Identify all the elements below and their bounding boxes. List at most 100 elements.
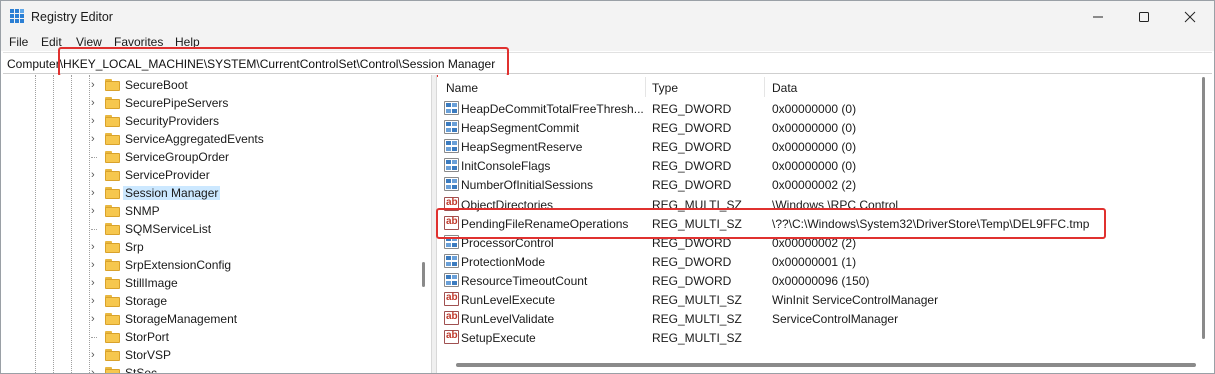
tree-item[interactable]: › StillImage bbox=[89, 274, 419, 292]
values-scrollbar[interactable] bbox=[1199, 77, 1209, 357]
value-name: HeapDeCommitTotalFreeThresh... bbox=[461, 102, 644, 116]
column-header-data[interactable]: Data bbox=[772, 81, 797, 95]
tree-item-label: StorageManagement bbox=[125, 312, 238, 326]
chevron-right-icon[interactable]: › bbox=[91, 203, 101, 219]
folder-icon bbox=[105, 97, 120, 109]
tree-scrollbar-thumb[interactable] bbox=[422, 262, 425, 287]
value-name: ResourceTimeoutCount bbox=[461, 273, 588, 288]
column-separator[interactable] bbox=[764, 77, 765, 97]
tree-item[interactable]: StorPort bbox=[89, 328, 419, 346]
value-row[interactable]: ProcessorControl REG_DWORD 0x00000002 (2) bbox=[438, 233, 1198, 252]
chevron-right-icon[interactable]: › bbox=[91, 347, 101, 363]
folder-icon bbox=[105, 115, 120, 127]
value-row[interactable]: ResourceTimeoutCount REG_DWORD 0x00000096 … bbox=[438, 271, 1198, 290]
column-header-name[interactable]: Name bbox=[446, 81, 478, 95]
address-bar[interactable]: Computer\HKEY_LOCAL_MACHINE\SYSTEM\Curre… bbox=[3, 52, 1212, 74]
tree-item[interactable]: › Session Manager bbox=[89, 184, 419, 202]
menu-view[interactable]: View bbox=[76, 35, 102, 49]
tree-item[interactable]: SQMServiceList bbox=[89, 220, 419, 238]
value-data: 0x00000002 (2) bbox=[772, 178, 857, 193]
binary-value-icon bbox=[444, 158, 459, 173]
tree-item[interactable]: › StorageManagement bbox=[89, 310, 419, 328]
tree-item[interactable]: ServiceGroupOrder bbox=[89, 148, 419, 166]
string-value-icon: ab bbox=[444, 292, 459, 306]
chevron-right-icon[interactable]: › bbox=[91, 131, 101, 147]
value-name: ProtectionMode bbox=[461, 254, 546, 269]
column-separator[interactable] bbox=[645, 77, 646, 97]
chevron-right-icon[interactable]: › bbox=[91, 311, 101, 327]
tree-item[interactable]: › SecureBoot bbox=[89, 76, 419, 94]
chevron-right-icon[interactable]: › bbox=[91, 185, 101, 201]
menu-favorites[interactable]: Favorites bbox=[114, 35, 163, 49]
maximize-button[interactable] bbox=[1121, 1, 1167, 33]
tree-item[interactable]: › SecurePipeServers bbox=[89, 94, 419, 112]
string-value-icon: ab bbox=[444, 215, 459, 230]
string-value-icon: ab bbox=[444, 311, 459, 326]
binary-value-icon bbox=[444, 139, 459, 154]
value-row[interactable]: HeapSegmentCommit REG_DWORD 0x00000000 (0) bbox=[438, 118, 1198, 137]
values-horizontal-scrollbar[interactable] bbox=[456, 363, 1196, 367]
close-icon bbox=[1184, 11, 1196, 23]
value-row[interactable]: InitConsoleFlags REG_DWORD 0x00000000 (0) bbox=[438, 156, 1198, 175]
menu-file[interactable]: File bbox=[9, 35, 28, 49]
value-row[interactable]: ab RunLevelValidate REG_MULTI_SZ ServiceCon… bbox=[438, 309, 1198, 328]
column-header-type[interactable]: Type bbox=[652, 81, 678, 95]
chevron-right-icon[interactable]: › bbox=[91, 365, 101, 373]
value-row[interactable]: ab RunLevelExecute REG_MULTI_SZ WinInit Ser… bbox=[438, 290, 1198, 309]
tree-item[interactable]: › ServiceProvider bbox=[89, 166, 419, 184]
value-data: 0x00000000 (0) bbox=[772, 159, 857, 174]
values-scrollbar-thumb[interactable] bbox=[1202, 77, 1205, 339]
binary-value-icon bbox=[444, 120, 459, 135]
chevron-right-icon[interactable]: › bbox=[91, 95, 101, 111]
chevron-right-icon[interactable]: › bbox=[91, 239, 101, 255]
tree-item-label: SecureBoot bbox=[125, 78, 188, 92]
chevron-right-icon[interactable]: › bbox=[91, 257, 101, 273]
title-bar[interactable]: Registry Editor bbox=[1, 1, 1214, 33]
value-type: REG_MULTI_SZ bbox=[652, 216, 742, 231]
folder-icon bbox=[105, 277, 120, 289]
tree-item-label: StSec bbox=[125, 366, 158, 373]
value-row[interactable]: HeapSegmentReserve REG_DWORD 0x00000000 (0… bbox=[438, 137, 1198, 156]
tree-item[interactable]: › Srp bbox=[89, 238, 419, 256]
tree-item[interactable]: › SrpExtensionConfig bbox=[89, 256, 419, 274]
pane-splitter[interactable] bbox=[431, 75, 437, 373]
tree-item-label: SecurePipeServers bbox=[125, 96, 229, 110]
value-name: InitConsoleFlags bbox=[461, 159, 551, 174]
tree-item[interactable]: › SNMP bbox=[89, 202, 419, 220]
value-row[interactable]: ab PendingFileRenameOperations REG_MULTI_S… bbox=[438, 214, 1198, 233]
tree-item[interactable]: › SecurityProviders bbox=[89, 112, 419, 130]
value-name: RunLevelValidate bbox=[461, 312, 555, 327]
chevron-right-icon[interactable]: › bbox=[91, 167, 101, 183]
value-row[interactable]: NumberOfInitialSessions REG_DWORD 0x000000… bbox=[438, 175, 1198, 194]
tree-item[interactable]: › Storage bbox=[89, 292, 419, 310]
folder-icon bbox=[105, 151, 120, 163]
chevron-right-icon[interactable]: › bbox=[91, 113, 101, 129]
value-row[interactable]: HeapDeCommitTotalFreeThresh... REG_DWORD 0… bbox=[438, 99, 1198, 118]
tree-scrollbar[interactable] bbox=[419, 75, 429, 373]
chevron-right-icon[interactable]: › bbox=[91, 77, 101, 93]
value-data: 0x00000000 (0) bbox=[772, 121, 857, 136]
minimize-button[interactable] bbox=[1075, 1, 1121, 33]
value-row[interactable]: ab ObjectDirectories REG_MULTI_SZ \Windows … bbox=[438, 195, 1198, 214]
tree-item[interactable]: › ServiceAggregatedEvents bbox=[89, 130, 419, 148]
tree-item[interactable]: › StorVSP bbox=[89, 346, 419, 364]
tree-item-label: ServiceGroupOrder bbox=[125, 150, 230, 164]
close-button[interactable] bbox=[1167, 1, 1213, 33]
folder-icon bbox=[105, 169, 120, 181]
chevron-right-icon[interactable]: › bbox=[91, 275, 101, 291]
menu-help[interactable]: Help bbox=[175, 35, 200, 49]
folder-icon bbox=[105, 205, 120, 217]
value-type: REG_MULTI_SZ bbox=[652, 312, 742, 327]
value-type: REG_DWORD bbox=[652, 159, 732, 174]
value-row[interactable]: ProtectionMode REG_DWORD 0x00000001 (1) bbox=[438, 252, 1198, 271]
value-type: REG_DWORD bbox=[652, 178, 732, 193]
tree-item[interactable]: › StSec bbox=[89, 364, 419, 373]
tree-item-label: StillImage bbox=[125, 276, 178, 290]
value-type: REG_DWORD bbox=[652, 121, 732, 136]
tree-item-label: SNMP bbox=[125, 204, 160, 218]
value-data: \??\C:\Windows\System32\DriverStore\Temp… bbox=[772, 216, 1090, 231]
address-path[interactable]: Computer\HKEY_LOCAL_MACHINE\SYSTEM\Curre… bbox=[7, 57, 495, 71]
menu-edit[interactable]: Edit bbox=[41, 35, 62, 49]
value-row[interactable]: ab SetupExecute REG_MULTI_SZ bbox=[438, 328, 1198, 347]
chevron-right-icon[interactable]: › bbox=[91, 293, 101, 309]
